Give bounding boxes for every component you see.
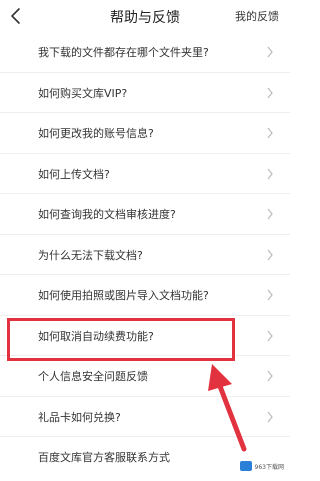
faq-item-customer-service[interactable]: 百度文库官方客服联系方式: [0, 437, 290, 478]
my-feedback-link[interactable]: 我的反馈: [235, 8, 279, 24]
faq-item-label: 如何查询我的文档审核进度?: [38, 208, 176, 221]
faq-item-photo-import[interactable]: 如何使用拍照或图片导入文档功能?: [0, 275, 290, 316]
chevron-right-icon: [267, 168, 273, 179]
faq-item-buy-vip[interactable]: 如何购买文库VIP?: [0, 73, 290, 113]
chevron-right-icon: [267, 370, 273, 382]
faq-item-gift-card[interactable]: 礼品卡如何兑换?: [0, 397, 290, 437]
faq-list: 我下载的文件都存在哪个文件夹里? 如何购买文库VIP? 如何更改我的账号信息? …: [0, 32, 290, 478]
faq-item-label: 如何更改我的账号信息?: [38, 127, 154, 140]
chevron-left-icon[interactable]: [6, 6, 26, 26]
faq-item-upload-doc[interactable]: 如何上传文档?: [0, 154, 290, 194]
chevron-right-icon: [267, 249, 273, 260]
watermark-text: 963下载网: [254, 463, 284, 471]
chevron-right-icon: [267, 46, 273, 58]
chevron-right-icon: [267, 330, 273, 341]
faq-item-label: 如何购买文库VIP?: [38, 86, 128, 100]
highlight-box: [7, 318, 235, 361]
watermark-logo-icon: [239, 461, 252, 471]
faq-item-label: 我下载的文件都存在哪个文件夹里?: [38, 46, 209, 59]
faq-item-label: 礼品卡如何兑换?: [38, 410, 121, 424]
chevron-right-icon: [267, 208, 273, 220]
faq-item-download-folder[interactable]: 我下载的文件都存在哪个文件夹里?: [0, 32, 290, 73]
faq-item-label: 如何使用拍照或图片导入文档功能?: [38, 289, 209, 302]
faq-item-cannot-download[interactable]: 为什么无法下载文档?: [0, 235, 290, 275]
faq-item-change-account[interactable]: 如何更改我的账号信息?: [0, 113, 290, 154]
faq-item-privacy-feedback[interactable]: 个人信息安全问题反馈: [0, 356, 290, 397]
watermark: 963下载网: [239, 461, 284, 471]
faq-item-review-progress[interactable]: 如何查询我的文档审核进度?: [0, 194, 290, 235]
chevron-right-icon: [267, 289, 273, 301]
chevron-right-icon: [267, 87, 273, 98]
chevron-right-icon: [267, 411, 273, 422]
faq-item-label: 如何上传文档?: [38, 167, 110, 181]
chevron-right-icon: [267, 127, 273, 139]
faq-item-label: 个人信息安全问题反馈: [38, 370, 148, 383]
faq-item-label: 为什么无法下载文档?: [38, 248, 143, 262]
faq-item-label: 百度文库官方客服联系方式: [38, 451, 170, 464]
